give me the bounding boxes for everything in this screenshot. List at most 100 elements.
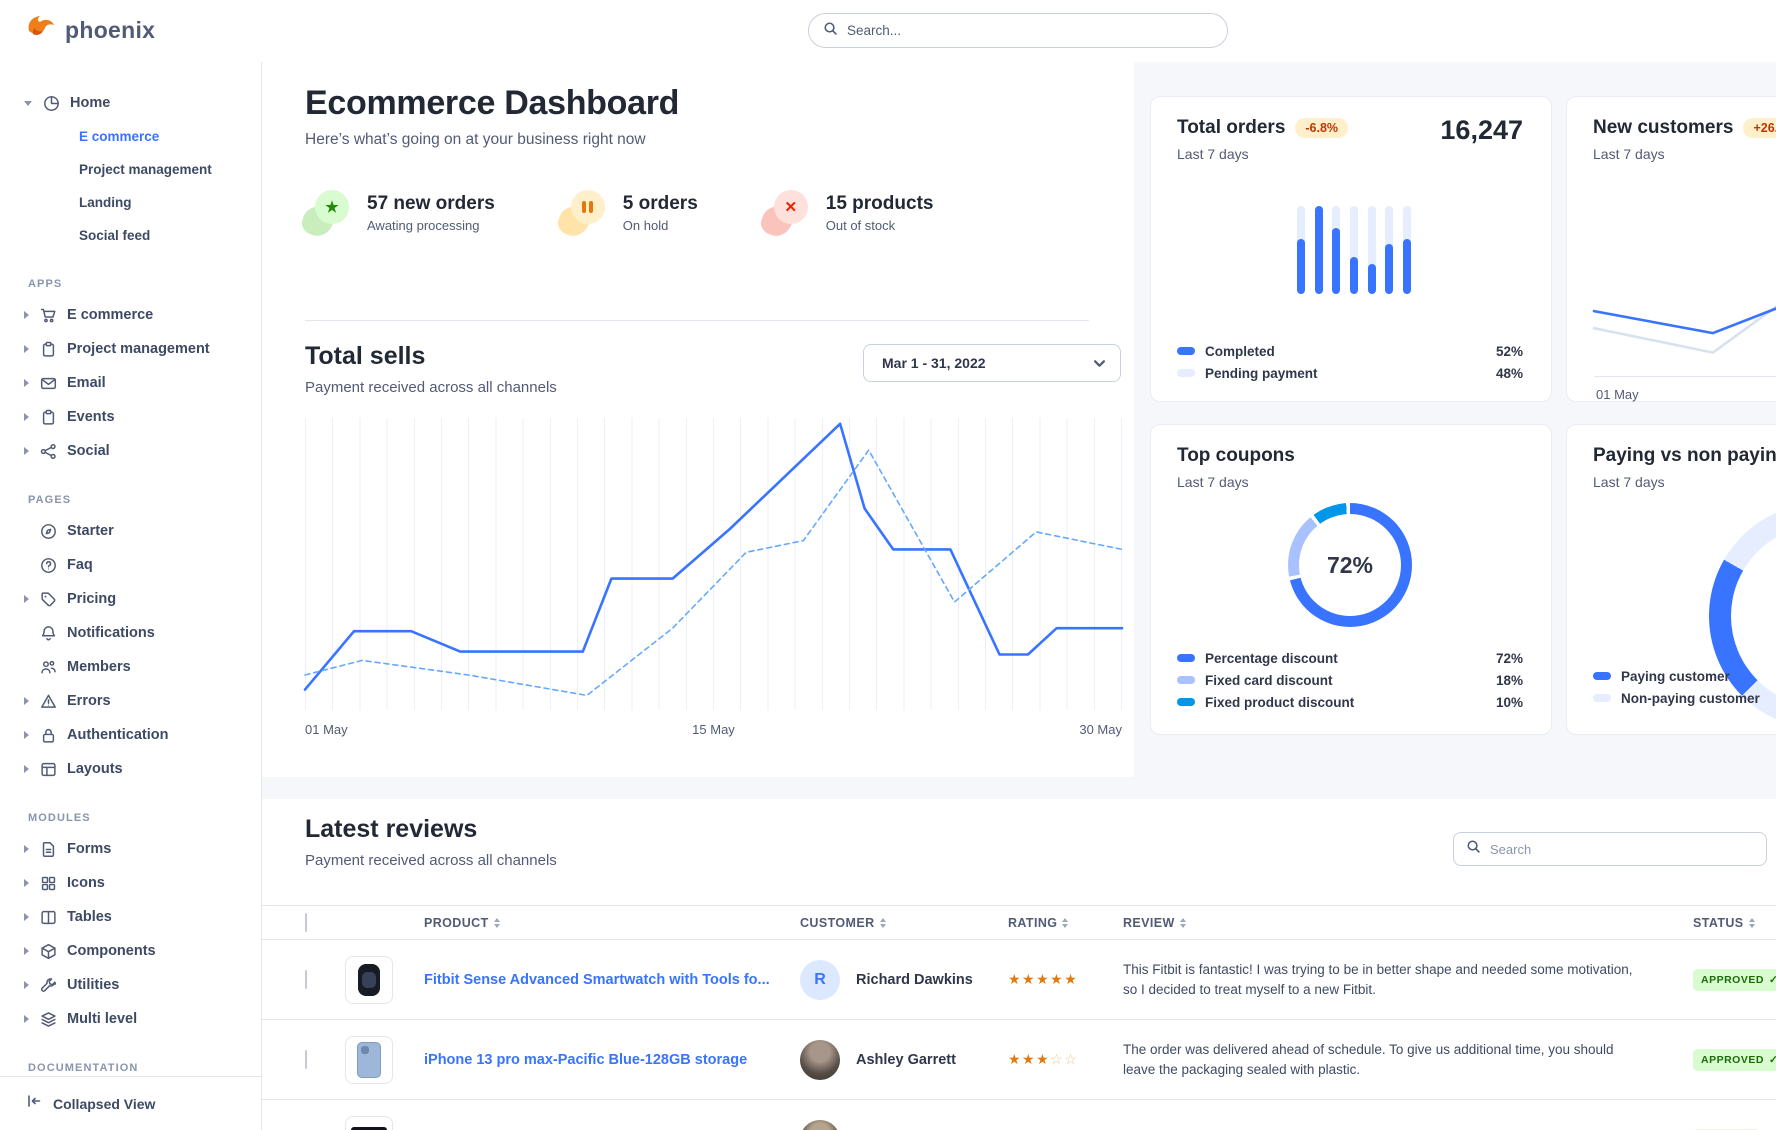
total-orders-value: 16,247 xyxy=(1440,115,1523,146)
sidebar-item-email[interactable]: Email xyxy=(0,366,253,400)
product-thumbnail[interactable] xyxy=(345,956,393,1004)
column-header-product[interactable]: PRODUCT xyxy=(424,916,800,930)
brand-name: phoenix xyxy=(65,17,155,44)
collapsed-view-toggle[interactable]: Collapsed View xyxy=(0,1076,261,1130)
sidebar-item-tables[interactable]: Tables xyxy=(0,900,253,934)
smartwatch-image xyxy=(358,964,380,996)
chevron-right-icon xyxy=(24,595,29,603)
sidebar-subitem-landing[interactable]: Landing xyxy=(0,186,253,219)
sidebar-item-ecommerce-app[interactable]: E commerce xyxy=(0,298,253,332)
legend-label: Pending payment xyxy=(1205,366,1318,381)
sort-icon xyxy=(1062,918,1068,928)
chevron-right-icon xyxy=(24,1015,29,1023)
sidebar-subitem-project-management[interactable]: Project management xyxy=(0,153,253,186)
x-tick: 01 May xyxy=(305,722,348,737)
product-link[interactable]: Fitbit Sense Advanced Smartwatch with To… xyxy=(424,972,794,988)
share-icon xyxy=(39,442,57,460)
wrench-icon xyxy=(39,976,57,994)
sidebar-item-icons[interactable]: Icons xyxy=(0,866,253,900)
date-range-select[interactable]: Mar 1 - 31, 2022 xyxy=(863,344,1121,382)
sidebar-item-components[interactable]: Components xyxy=(0,934,253,968)
reviews-search-input[interactable] xyxy=(1490,842,1754,857)
sidebar-item-layouts[interactable]: Layouts xyxy=(0,752,253,786)
sidebar-item-authentication[interactable]: Authentication xyxy=(0,718,253,752)
legend-swatch xyxy=(1177,654,1195,662)
compass-icon xyxy=(39,522,57,540)
layout-icon xyxy=(39,760,57,778)
sidebar-item-label: Events xyxy=(67,409,115,425)
product-thumbnail[interactable] xyxy=(345,1036,393,1084)
sidebar-item-home[interactable]: Home xyxy=(0,86,253,120)
column-header-rating[interactable]: RATING xyxy=(1008,916,1123,930)
sidebar-subitem-label: E commerce xyxy=(79,129,159,144)
legend-swatch xyxy=(1593,694,1611,702)
legend-swatch xyxy=(1593,672,1611,680)
page-title: Ecommerce Dashboard xyxy=(305,84,679,123)
legend-swatch xyxy=(1177,369,1195,377)
sidebar-item-members[interactable]: Members xyxy=(0,650,253,684)
card-period: Last 7 days xyxy=(1593,146,1665,162)
review-text: The order was delivered ahead of schedul… xyxy=(1123,1040,1693,1079)
sidebar-item-pricing[interactable]: Pricing xyxy=(0,582,253,616)
card-title: New customers xyxy=(1593,117,1733,139)
collapsed-view-label: Collapsed View xyxy=(53,1096,155,1112)
stat-label: On hold xyxy=(623,218,698,233)
sidebar-item-project-management-app[interactable]: Project management xyxy=(0,332,253,366)
sidebar-item-errors[interactable]: Errors xyxy=(0,684,253,718)
stat-value: 5 orders xyxy=(623,193,698,215)
row-checkbox[interactable] xyxy=(305,970,307,989)
legend-row: Non-paying customer xyxy=(1593,687,1776,709)
sidebar-item-events[interactable]: Events xyxy=(0,400,253,434)
legend-row: Fixed card discount 18% xyxy=(1177,669,1523,691)
total-sells-chart xyxy=(305,418,1122,710)
global-search[interactable] xyxy=(808,13,1228,48)
sidebar-section-modules: MODULES xyxy=(0,786,253,832)
stat-out-of-stock: ✕ 15 products Out of stock xyxy=(764,190,934,236)
box-icon xyxy=(39,942,57,960)
table-row: Apple iPad (10.2 inch) Wi-Fi 32GB Sp... … xyxy=(262,1100,1776,1130)
legend-value: 10% xyxy=(1496,695,1523,710)
sidebar-item-social[interactable]: Social xyxy=(0,434,253,468)
row-checkbox[interactable] xyxy=(305,1050,307,1069)
phoenix-logo-icon xyxy=(26,14,56,47)
sidebar-subitem-label: Social feed xyxy=(79,228,150,243)
chevron-right-icon xyxy=(24,765,29,773)
sort-icon xyxy=(880,918,886,928)
brand-logo[interactable]: phoenix xyxy=(26,14,155,47)
sidebar-subitem-label: Project management xyxy=(79,162,212,177)
card-title: Total orders xyxy=(1177,117,1285,139)
file-text-icon xyxy=(39,840,57,858)
sidebar-item-utilities[interactable]: Utilities xyxy=(0,968,253,1002)
divider xyxy=(305,320,1089,321)
sidebar-item-notifications[interactable]: Notifications xyxy=(0,616,253,650)
chevron-right-icon xyxy=(24,413,29,421)
card-period: Last 7 days xyxy=(1593,474,1665,490)
orders-bar-chart xyxy=(1297,206,1411,294)
sidebar-item-forms[interactable]: Forms xyxy=(0,832,253,866)
stat-new-orders: ★ 57 new orders Awating processing xyxy=(305,190,495,236)
product-link[interactable]: iPhone 13 pro max-Pacific Blue-128GB sto… xyxy=(424,1052,771,1068)
table-header-row: PRODUCT CUSTOMER RATING REVIEW STATUS xyxy=(262,905,1776,940)
legend-value: 48% xyxy=(1496,366,1523,381)
chevron-down-icon xyxy=(24,101,32,106)
dashboard-panel: Ecommerce Dashboard Here’s what’s going … xyxy=(262,62,1134,777)
column-header-review[interactable]: REVIEW xyxy=(1123,916,1693,930)
column-header-customer[interactable]: CUSTOMER xyxy=(800,916,1008,930)
reviews-search[interactable] xyxy=(1453,832,1767,866)
global-search-input[interactable] xyxy=(847,23,1213,38)
sidebar-subitem-ecommerce[interactable]: E commerce xyxy=(0,120,253,153)
sidebar-item-faq[interactable]: Faq xyxy=(0,548,253,582)
column-header-status[interactable]: STATUS xyxy=(1693,916,1776,930)
search-icon xyxy=(823,21,838,41)
sidebar-item-starter[interactable]: Starter xyxy=(0,514,253,548)
warning-triangle-icon xyxy=(39,692,57,710)
review-text: This Fitbit is fantastic! I was trying t… xyxy=(1123,960,1693,999)
product-thumbnail[interactable] xyxy=(345,1116,393,1130)
select-all-checkbox[interactable] xyxy=(305,913,307,932)
sidebar-subitem-social-feed[interactable]: Social feed xyxy=(0,219,253,252)
stat-label: Out of stock xyxy=(826,218,934,233)
main-content: Ecommerce Dashboard Here’s what’s going … xyxy=(262,62,1776,1130)
stat-value: 57 new orders xyxy=(367,193,495,215)
sidebar-item-multi-level[interactable]: Multi level xyxy=(0,1002,253,1036)
avatar xyxy=(800,1040,840,1080)
